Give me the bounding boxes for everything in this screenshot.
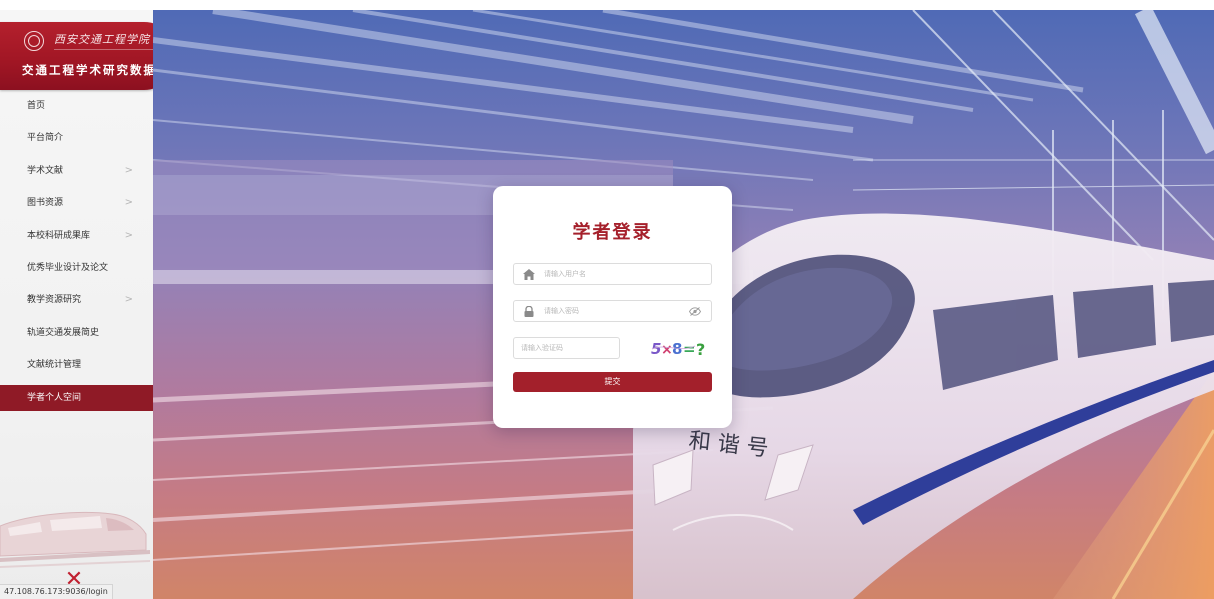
school-seal-icon: [24, 31, 44, 51]
lock-icon: [524, 306, 534, 317]
svg-text:?: ?: [696, 340, 705, 359]
password-input[interactable]: [544, 301, 694, 321]
sidebar-item[interactable]: 图书资源 >: [0, 187, 153, 219]
captcha-field[interactable]: [513, 337, 620, 359]
sidebar-item[interactable]: 轨道交通发展简史: [0, 317, 153, 349]
sidebar-item-label: 教学资源研究: [27, 295, 82, 306]
app-root: 西安交通工程学院 交通工程学术研究数据库 首页平台简介学术文献>图书资源>本校科…: [0, 0, 1214, 599]
sidebar-item[interactable]: 教学资源研究 >: [0, 284, 153, 316]
login-title: 学者登录: [572, 222, 653, 243]
sidebar-item-label: 平台简介: [27, 133, 64, 144]
sidebar-item-label: 首页: [27, 101, 46, 111]
logo-divider: [54, 49, 153, 50]
sidebar-item-label: 图书资源: [27, 198, 64, 209]
login-card: 学者登录 5 × 8 = ?: [493, 186, 732, 428]
sidebar-item-label: 本校科研成果库: [27, 230, 91, 241]
sidebar: 西安交通工程学院 交通工程学术研究数据库 首页平台简介学术文献>图书资源>本校科…: [0, 10, 154, 599]
username-input[interactable]: [544, 264, 694, 284]
logo-banner[interactable]: 西安交通工程学院 交通工程学术研究数据库: [0, 22, 153, 90]
train-sketch-icon: [0, 512, 150, 568]
captcha-image[interactable]: 5 × 8 = ?: [650, 337, 712, 359]
status-bar-url: 47.108.76.173:9036/login: [0, 584, 113, 599]
captcha-input[interactable]: [521, 338, 616, 358]
chevron-right-icon: >: [124, 197, 133, 209]
sidebar-item[interactable]: 文献统计管理: [0, 349, 153, 381]
submit-button[interactable]: 提交: [513, 372, 712, 392]
password-field[interactable]: [513, 300, 712, 322]
svg-text:×: ×: [661, 342, 673, 358]
sidebar-item[interactable]: 优秀毕业设计及论文: [0, 252, 153, 284]
sidebar-item[interactable]: 学术文献 >: [0, 155, 153, 187]
database-title: 交通工程学术研究数据库: [22, 63, 153, 77]
username-field[interactable]: [513, 263, 712, 285]
sidebar-item[interactable]: 学者个人空间: [0, 384, 153, 411]
school-name-script: 西安交通工程学院: [54, 33, 150, 46]
sidebar-item-label: 优秀毕业设计及论文: [27, 262, 109, 273]
svg-text:=: =: [683, 340, 696, 358]
svg-text:8: 8: [672, 340, 682, 358]
sidebar-item-label: 学者个人空间: [27, 392, 82, 403]
sidebar-item-label: 轨道交通发展简史: [27, 327, 100, 338]
sidebar-item-label: 文献统计管理: [27, 360, 82, 371]
eye-icon[interactable]: [689, 307, 701, 316]
sidebar-item[interactable]: 平台简介: [0, 122, 153, 154]
sidebar-item[interactable]: 首页: [0, 90, 153, 122]
chevron-right-icon: >: [124, 229, 133, 241]
sidebar-item-label: 学术文献: [27, 165, 64, 176]
chevron-right-icon: >: [124, 164, 133, 176]
sidebar-nav: 首页平台简介学术文献 > 图书资源 > 本校科研成果库 > 优秀毕业设计及论文 教学资源研究 >…: [0, 90, 153, 411]
home-icon: [523, 269, 535, 280]
chevron-right-icon: >: [124, 294, 133, 306]
sidebar-item[interactable]: 本校科研成果库 >: [0, 220, 153, 252]
